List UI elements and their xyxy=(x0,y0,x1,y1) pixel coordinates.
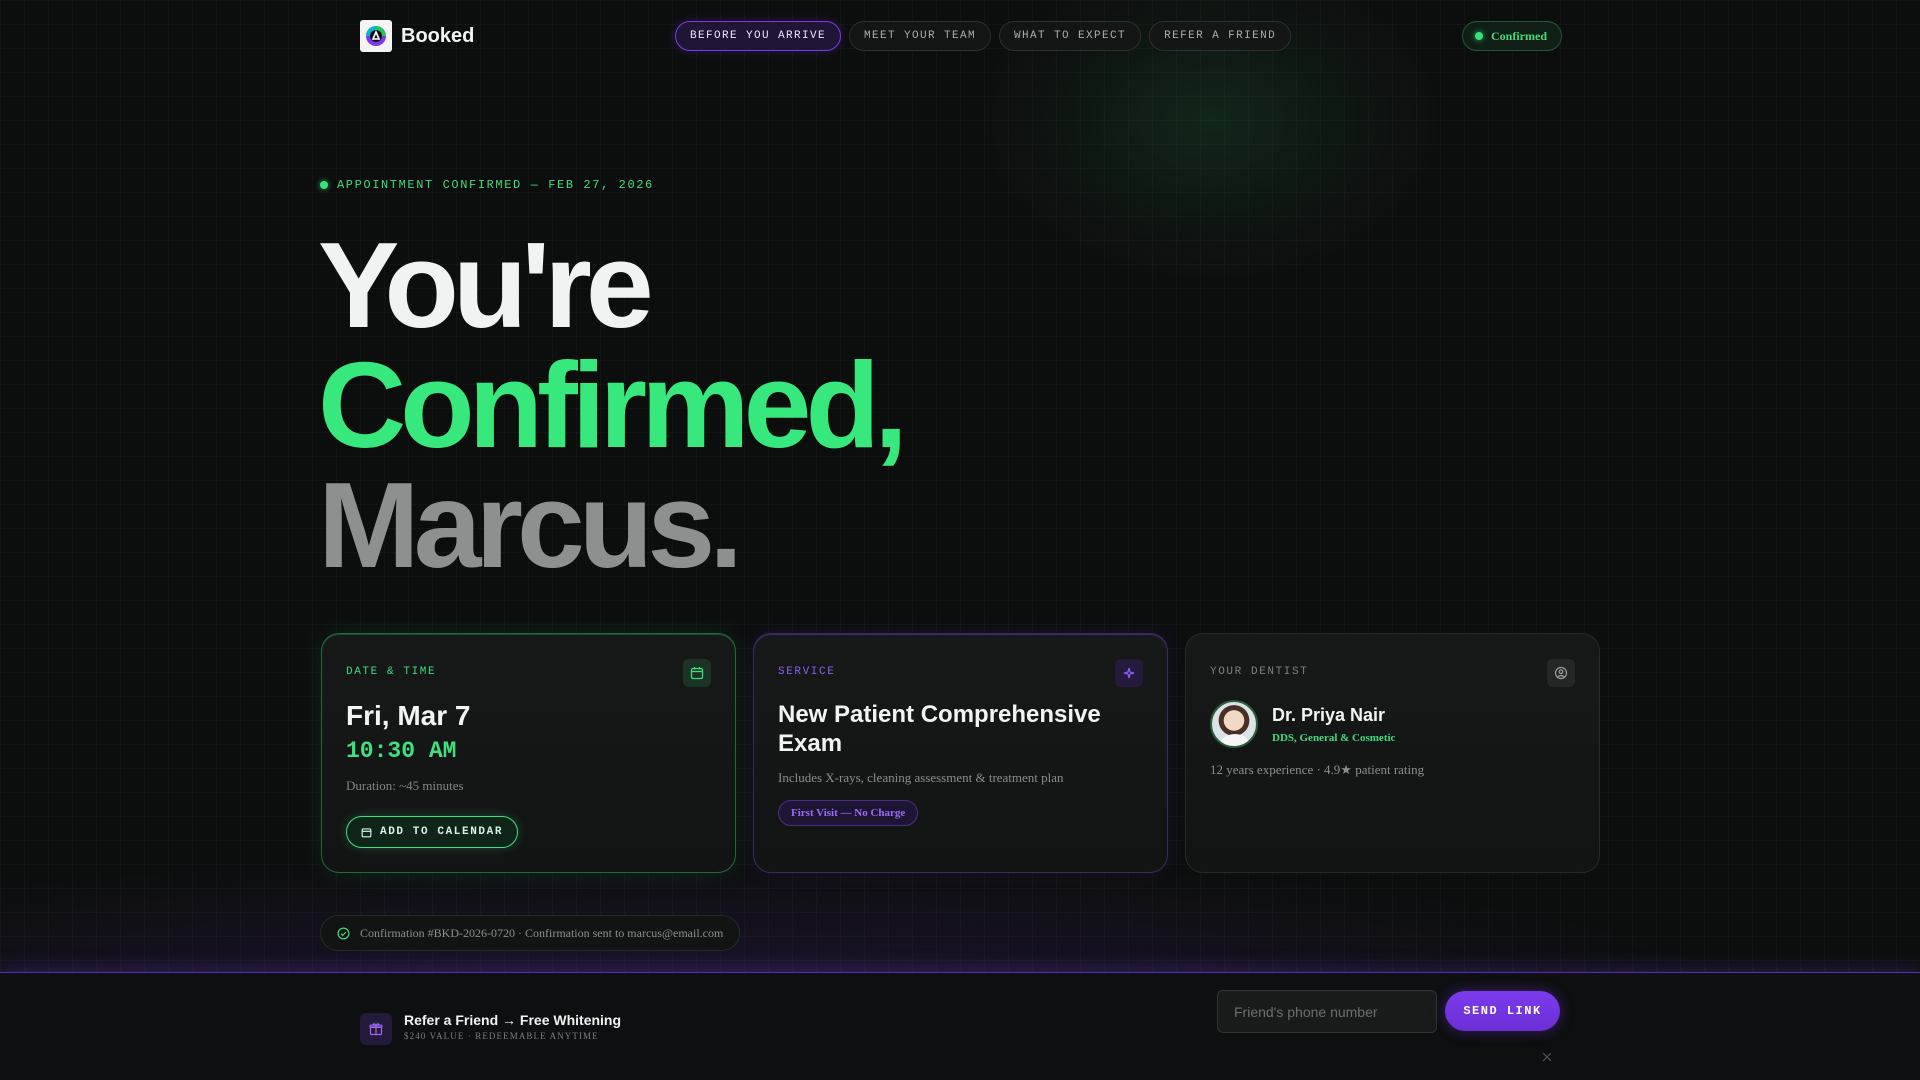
service-card: SERVICE New Patient Comprehensive Exam I… xyxy=(753,633,1168,873)
hero-line-1: You're xyxy=(318,217,654,353)
tab-before-you-arrive[interactable]: BEFORE YOU ARRIVE xyxy=(675,21,842,51)
dentist-meta: 12 years experience · 4.9★ patient ratin… xyxy=(1210,762,1425,777)
dentist-role: DDS, General & Cosmetic xyxy=(1272,731,1396,744)
calendar-small-icon xyxy=(361,827,372,837)
service-description: Includes X-rays, cleaning assessment & t… xyxy=(778,770,1064,785)
service-title: New Patient Comprehensive Exam xyxy=(778,701,1101,757)
check-circle-icon xyxy=(337,927,350,939)
sparkle-icon xyxy=(1115,659,1143,687)
tab-meet-your-team[interactable]: MEET YOUR TEAM xyxy=(849,21,992,51)
confirmation-strip: Confirmation #BKD-2026-0720 · Confirmati… xyxy=(320,915,741,951)
close-icon[interactable] xyxy=(1541,1051,1553,1063)
dentist-label: YOUR DENTIST xyxy=(1210,666,1309,678)
status-label: Confirmed xyxy=(1491,28,1547,43)
referral-bar: Refer a Friend → Free Whitening $240 VAL… xyxy=(0,972,1920,1080)
status-badge: Confirmed xyxy=(1462,21,1562,51)
tab-refer-a-friend[interactable]: REFER A FRIEND xyxy=(1149,21,1292,51)
logo-icon xyxy=(360,20,392,52)
brand-name: Booked xyxy=(401,24,475,47)
send-link-button[interactable]: SEND LINK xyxy=(1445,991,1560,1031)
dentist-card: YOUR DENTIST Dr. Priya Nair DDS, General… xyxy=(1185,633,1600,873)
eyebrow-dot-icon xyxy=(320,181,328,189)
service-label: SERVICE xyxy=(778,666,836,678)
appointment-date: Fri, Mar 7 xyxy=(346,700,471,731)
nav-tabs: BEFORE YOU ARRIVE MEET YOUR TEAM WHAT TO… xyxy=(675,21,1292,51)
eyebrow-text: APPOINTMENT CONFIRMED — FEB 27, 2026 xyxy=(337,178,654,192)
add-to-calendar-button[interactable]: ADD TO CALENDAR xyxy=(346,816,519,848)
dentist-profile: Dr. Priya Nair DDS, General & Cosmetic xyxy=(1210,700,1575,748)
user-icon xyxy=(1547,659,1575,687)
hero-heading: You're Confirmed, Marcus. xyxy=(318,217,908,593)
background-grid xyxy=(0,0,1920,1080)
appointment-time: 10:30 AM xyxy=(346,738,457,764)
hero-line-3: Marcus. xyxy=(318,457,743,593)
appointment-duration: Duration: ~45 minutes xyxy=(346,778,464,793)
first-visit-badge: First Visit — No Charge xyxy=(778,800,919,826)
confirmation-text: Confirmation #BKD-2026-0720 · Confirmati… xyxy=(360,925,724,940)
avatar xyxy=(1210,700,1258,748)
referral-title: Refer a Friend → Free Whitening xyxy=(404,1012,622,1028)
status-dot-icon xyxy=(1475,32,1483,40)
dentist-name: Dr. Priya Nair xyxy=(1272,704,1386,725)
top-nav: Booked BEFORE YOU ARRIVE MEET YOUR TEAM … xyxy=(0,0,1920,72)
friend-phone-input[interactable] xyxy=(1217,990,1437,1033)
brand-logo[interactable]: Booked xyxy=(360,20,474,52)
referral-subtitle: $240 VALUE · REDEEMABLE ANYTIME xyxy=(404,1031,599,1041)
tab-what-to-expect[interactable]: WHAT TO EXPECT xyxy=(999,21,1142,51)
datetime-card: DATE & TIME Fri, Mar 7 10:30 AM Duration… xyxy=(321,633,736,873)
appointment-eyebrow: APPOINTMENT CONFIRMED — FEB 27, 2026 xyxy=(320,178,654,192)
gift-icon xyxy=(360,1013,392,1045)
calendar-icon xyxy=(683,659,711,687)
datetime-label: DATE & TIME xyxy=(346,666,437,678)
add-to-calendar-label: ADD TO CALENDAR xyxy=(380,826,504,838)
hero-line-2: Confirmed, xyxy=(318,337,908,473)
